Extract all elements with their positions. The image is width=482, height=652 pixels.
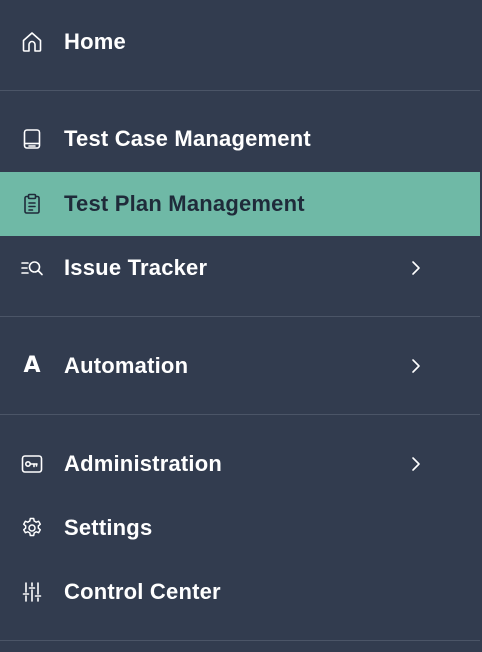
sidebar-item-label: Test Case Management: [64, 126, 311, 151]
sidebar-item-label: Control Center: [64, 579, 221, 604]
divider: [0, 414, 480, 415]
automation-icon: A: [23, 353, 41, 378]
sidebar-item-label: Issue Tracker: [64, 255, 208, 280]
divider: [0, 640, 480, 641]
issue-search-icon: [20, 256, 44, 280]
sidebar-nav: Home Test Case Management Test Plan Mana…: [0, 0, 482, 652]
chevron-right-icon[interactable]: [407, 357, 425, 375]
chevron-right-icon[interactable]: [407, 455, 425, 473]
sidebar-item-home[interactable]: Home: [0, 10, 480, 74]
sidebar-item-test-plan-management[interactable]: Test Plan Management: [0, 172, 480, 236]
divider: [0, 90, 480, 91]
sidebar-item-test-case-management[interactable]: Test Case Management: [0, 107, 480, 171]
sidebar-item-issue-tracker[interactable]: Issue Tracker: [0, 236, 480, 300]
sidebar-item-label: Home: [64, 29, 126, 54]
sidebar-item-label: Administration: [64, 451, 223, 476]
divider: [0, 316, 480, 317]
sidebar-item-label: Automation: [64, 353, 189, 378]
key-icon: [20, 452, 44, 476]
sidebar-item-control-center[interactable]: Control Center: [0, 560, 480, 624]
home-icon: [20, 30, 44, 54]
sidebar-item-label: Settings: [64, 515, 153, 540]
test-case-icon: [20, 127, 44, 151]
gear-icon: [20, 516, 44, 540]
sidebar-item-settings[interactable]: Settings: [0, 496, 480, 560]
clipboard-icon: [20, 192, 44, 216]
sidebar-item-label: Test Plan Management: [64, 191, 305, 216]
sliders-icon: [20, 580, 44, 604]
sidebar-item-automation[interactable]: A Automation: [0, 334, 480, 398]
chevron-right-icon[interactable]: [407, 259, 425, 277]
sidebar-item-administration[interactable]: Administration: [0, 432, 480, 496]
